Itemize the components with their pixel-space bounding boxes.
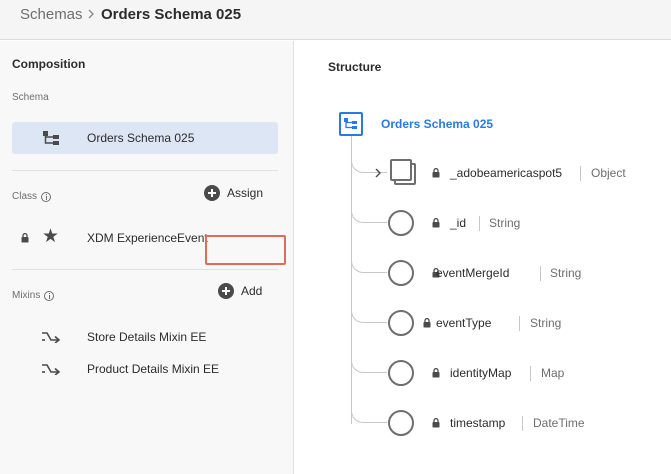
plus-circle-icon (218, 283, 234, 299)
assign-button[interactable]: Assign (204, 185, 263, 201)
field-node-icon[interactable] (388, 260, 414, 286)
field-name[interactable]: eventType (436, 316, 491, 330)
lock-icon (21, 233, 29, 243)
field-name[interactable]: eventMergeId (436, 266, 509, 280)
tree-branch (351, 357, 387, 373)
schema-item[interactable]: Orders Schema 025 (12, 122, 278, 154)
object-node-icon[interactable] (390, 159, 416, 185)
mixins-label-text: Mixins (12, 290, 41, 301)
add-mixin-button-label: Add (241, 284, 263, 298)
info-icon[interactable] (44, 290, 55, 301)
schema-item-label: Orders Schema 025 (87, 131, 195, 145)
lock-icon (432, 418, 440, 428)
star-icon: ★ (42, 226, 60, 247)
field-name[interactable]: _adobeamericaspot5 (450, 166, 562, 180)
tree-branch (351, 257, 387, 273)
field-type: Object (591, 166, 626, 180)
plus-circle-icon (204, 185, 220, 201)
schema-root-icon[interactable] (339, 112, 363, 136)
field-name[interactable]: timestamp (450, 416, 505, 430)
tree-line (351, 136, 352, 424)
chevron-right-icon[interactable] (374, 168, 382, 178)
schema-label: Schema (12, 92, 49, 103)
field-node-icon[interactable] (388, 210, 414, 236)
field-separator (540, 266, 541, 281)
breadcrumb-current: Orders Schema 025 (101, 6, 242, 23)
field-node-icon[interactable] (388, 310, 414, 336)
schema-tree-icon (43, 131, 59, 145)
breadcrumb-schemas-link[interactable]: Schemas (20, 6, 83, 23)
add-mixin-highlight (205, 235, 286, 265)
mixin-item-label: Store Details Mixin EE (87, 330, 207, 344)
class-label: Class (12, 191, 52, 202)
lock-icon (432, 368, 440, 378)
add-mixin-button[interactable]: Add (218, 283, 262, 299)
assign-button-label: Assign (227, 186, 264, 200)
field-node-icon[interactable] (388, 410, 414, 436)
class-item-label: XDM ExperienceEvent (87, 231, 208, 245)
schema-tree-icon (344, 118, 357, 129)
field-separator (519, 316, 520, 331)
lock-icon (432, 218, 440, 228)
lock-icon (432, 168, 440, 178)
header-bar: Schemas Orders Schema 025 (0, 0, 671, 40)
field-name[interactable]: _id (450, 216, 466, 230)
field-node-icon[interactable] (388, 360, 414, 386)
tree-branch (351, 307, 387, 323)
chevron-right-icon (88, 9, 94, 19)
schema-root-label[interactable]: Orders Schema 025 (381, 117, 493, 131)
field-separator (522, 416, 523, 431)
mixin-item-label: Product Details Mixin EE (87, 362, 220, 376)
field-type: String (530, 316, 562, 330)
tree-branch (351, 407, 387, 423)
class-label-text: Class (12, 191, 38, 202)
divider (12, 269, 278, 270)
field-separator (580, 166, 581, 181)
structure-title: Structure (328, 60, 382, 74)
field-type: DateTime (533, 416, 585, 430)
tree-branch (351, 207, 387, 223)
divider (12, 170, 278, 171)
field-type: Map (541, 366, 565, 380)
field-type: String (489, 216, 521, 230)
mixin-arrow-icon (42, 332, 61, 343)
object-node-front (390, 159, 412, 181)
field-type: String (550, 266, 582, 280)
field-name[interactable]: identityMap (450, 366, 511, 380)
info-icon[interactable] (41, 191, 52, 202)
mixin-arrow-icon (42, 364, 61, 375)
lock-icon (423, 318, 431, 328)
field-separator (530, 366, 531, 381)
schema-label-text: Schema (12, 92, 49, 103)
mixins-label: Mixins (12, 290, 55, 301)
field-separator (479, 216, 480, 231)
composition-title: Composition (12, 57, 86, 71)
